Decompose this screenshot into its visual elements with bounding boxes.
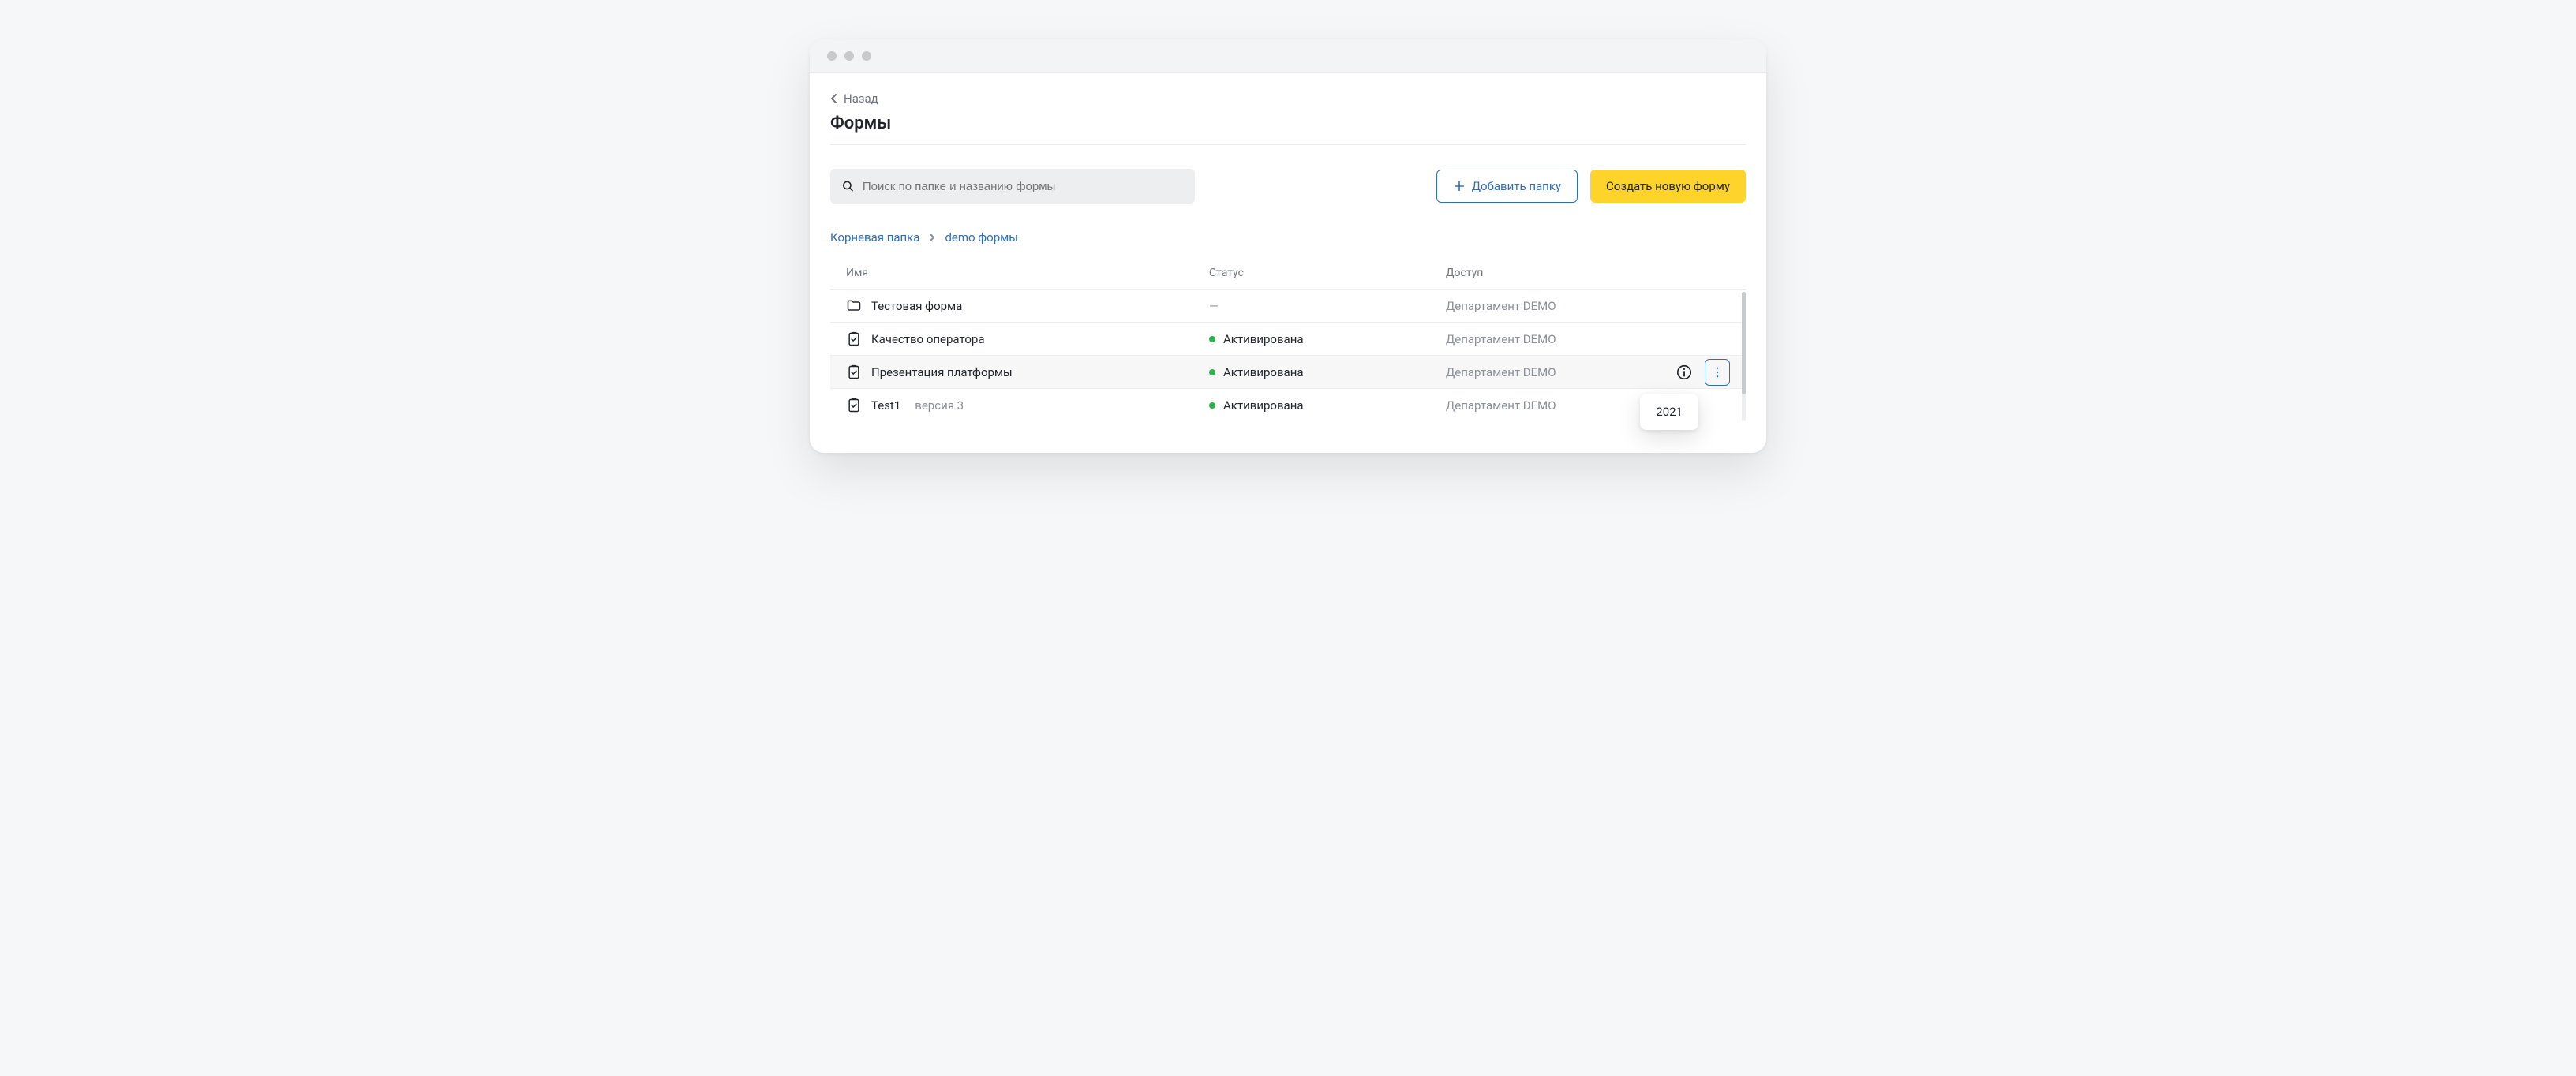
more-button[interactable] xyxy=(1705,359,1730,386)
search-input[interactable] xyxy=(863,180,1184,193)
status-cell: Активирована xyxy=(1209,365,1446,379)
status-text: Активирована xyxy=(1223,332,1304,346)
window-titlebar xyxy=(810,39,1766,73)
name-cell: Тестовая форма xyxy=(846,298,1209,314)
table-body: Тестовая форма—Департамент DEMOКачество … xyxy=(830,289,1746,421)
row-name: Качество оператора xyxy=(871,332,985,346)
col-access: Доступ xyxy=(1446,267,1627,279)
toolbar-right: Добавить папку Создать новую форму xyxy=(1436,170,1746,203)
add-folder-button[interactable]: Добавить папку xyxy=(1436,170,1578,203)
status-text: Активирована xyxy=(1223,365,1304,379)
clipboard-check-icon xyxy=(846,364,862,380)
search-box[interactable] xyxy=(830,169,1195,204)
table-row[interactable]: Тестовая форма — Департамент DEMO xyxy=(830,289,1746,322)
status-cell: Активирована xyxy=(1209,332,1446,346)
status-cell: — xyxy=(1209,299,1446,313)
folder-icon xyxy=(846,298,862,314)
access-cell: Департамент DEMO xyxy=(1446,365,1627,379)
name-cell: Test1 версия 3 xyxy=(846,398,1209,413)
tooltip: 2021 xyxy=(1640,394,1698,430)
window-dot xyxy=(827,51,837,61)
table-row[interactable]: Качество оператора Активирована Департамен… xyxy=(830,322,1746,355)
row-name: Test1 xyxy=(871,398,900,413)
status-cell: Активирована xyxy=(1209,398,1446,413)
chevron-right-icon xyxy=(929,233,935,242)
back-link[interactable]: Назад xyxy=(830,92,1746,106)
browser-window: Назад Формы Добавить папку Создать новую… xyxy=(810,39,1766,453)
access-cell: Департамент DEMO xyxy=(1446,398,1627,413)
table-header: Имя Статус Доступ xyxy=(830,267,1746,289)
more-vertical-icon xyxy=(1710,365,1724,379)
status-text: Активирована xyxy=(1223,398,1304,413)
name-cell: Презентация платформы xyxy=(846,364,1209,380)
window-dot xyxy=(844,51,854,61)
search-icon xyxy=(841,179,855,193)
row-name: Тестовая форма xyxy=(871,299,962,313)
divider xyxy=(830,144,1746,145)
status-dot-icon xyxy=(1209,402,1215,409)
plus-icon xyxy=(1453,180,1466,192)
status-empty: — xyxy=(1209,299,1219,313)
add-folder-label: Добавить папку xyxy=(1472,179,1561,193)
status-dot-icon xyxy=(1209,369,1215,375)
page-title: Формы xyxy=(830,114,1746,133)
access-cell: Департамент DEMO xyxy=(1446,332,1627,346)
info-button[interactable] xyxy=(1672,359,1697,386)
clipboard-check-icon xyxy=(846,398,862,413)
table: Имя Статус Доступ Тестовая форма — Департа… xyxy=(830,267,1746,421)
col-name: Имя xyxy=(846,267,1209,279)
table-row[interactable]: Test1 версия 3 Активирована Департамент DEM… xyxy=(830,388,1746,421)
status-dot-icon xyxy=(1209,336,1215,342)
row-version: версия 3 xyxy=(915,398,964,413)
name-cell: Качество оператора xyxy=(846,331,1209,347)
chevron-left-icon xyxy=(830,93,837,104)
access-cell: Департамент DEMO xyxy=(1446,299,1627,313)
col-status: Статус xyxy=(1209,267,1446,279)
actions-cell: 2021 xyxy=(1627,359,1730,386)
clipboard-check-icon xyxy=(846,331,862,347)
breadcrumb-current[interactable]: demo формы xyxy=(945,230,1017,245)
page-content: Назад Формы Добавить папку Создать новую… xyxy=(810,73,1766,453)
window-dot xyxy=(862,51,871,61)
scrollbar-thumb[interactable] xyxy=(1742,292,1746,394)
breadcrumb-root[interactable]: Корневая папка xyxy=(830,230,919,245)
row-name: Презентация платформы xyxy=(871,365,1013,379)
toolbar: Добавить папку Создать новую форму xyxy=(830,169,1746,204)
table-row[interactable]: Презентация платформы Активирована Департа… xyxy=(830,355,1746,388)
create-form-label: Создать новую форму xyxy=(1606,179,1730,193)
back-label: Назад xyxy=(844,92,878,106)
create-form-button[interactable]: Создать новую форму xyxy=(1590,170,1746,203)
breadcrumb: Корневая папка demo формы xyxy=(830,230,1746,245)
info-icon xyxy=(1676,364,1693,381)
